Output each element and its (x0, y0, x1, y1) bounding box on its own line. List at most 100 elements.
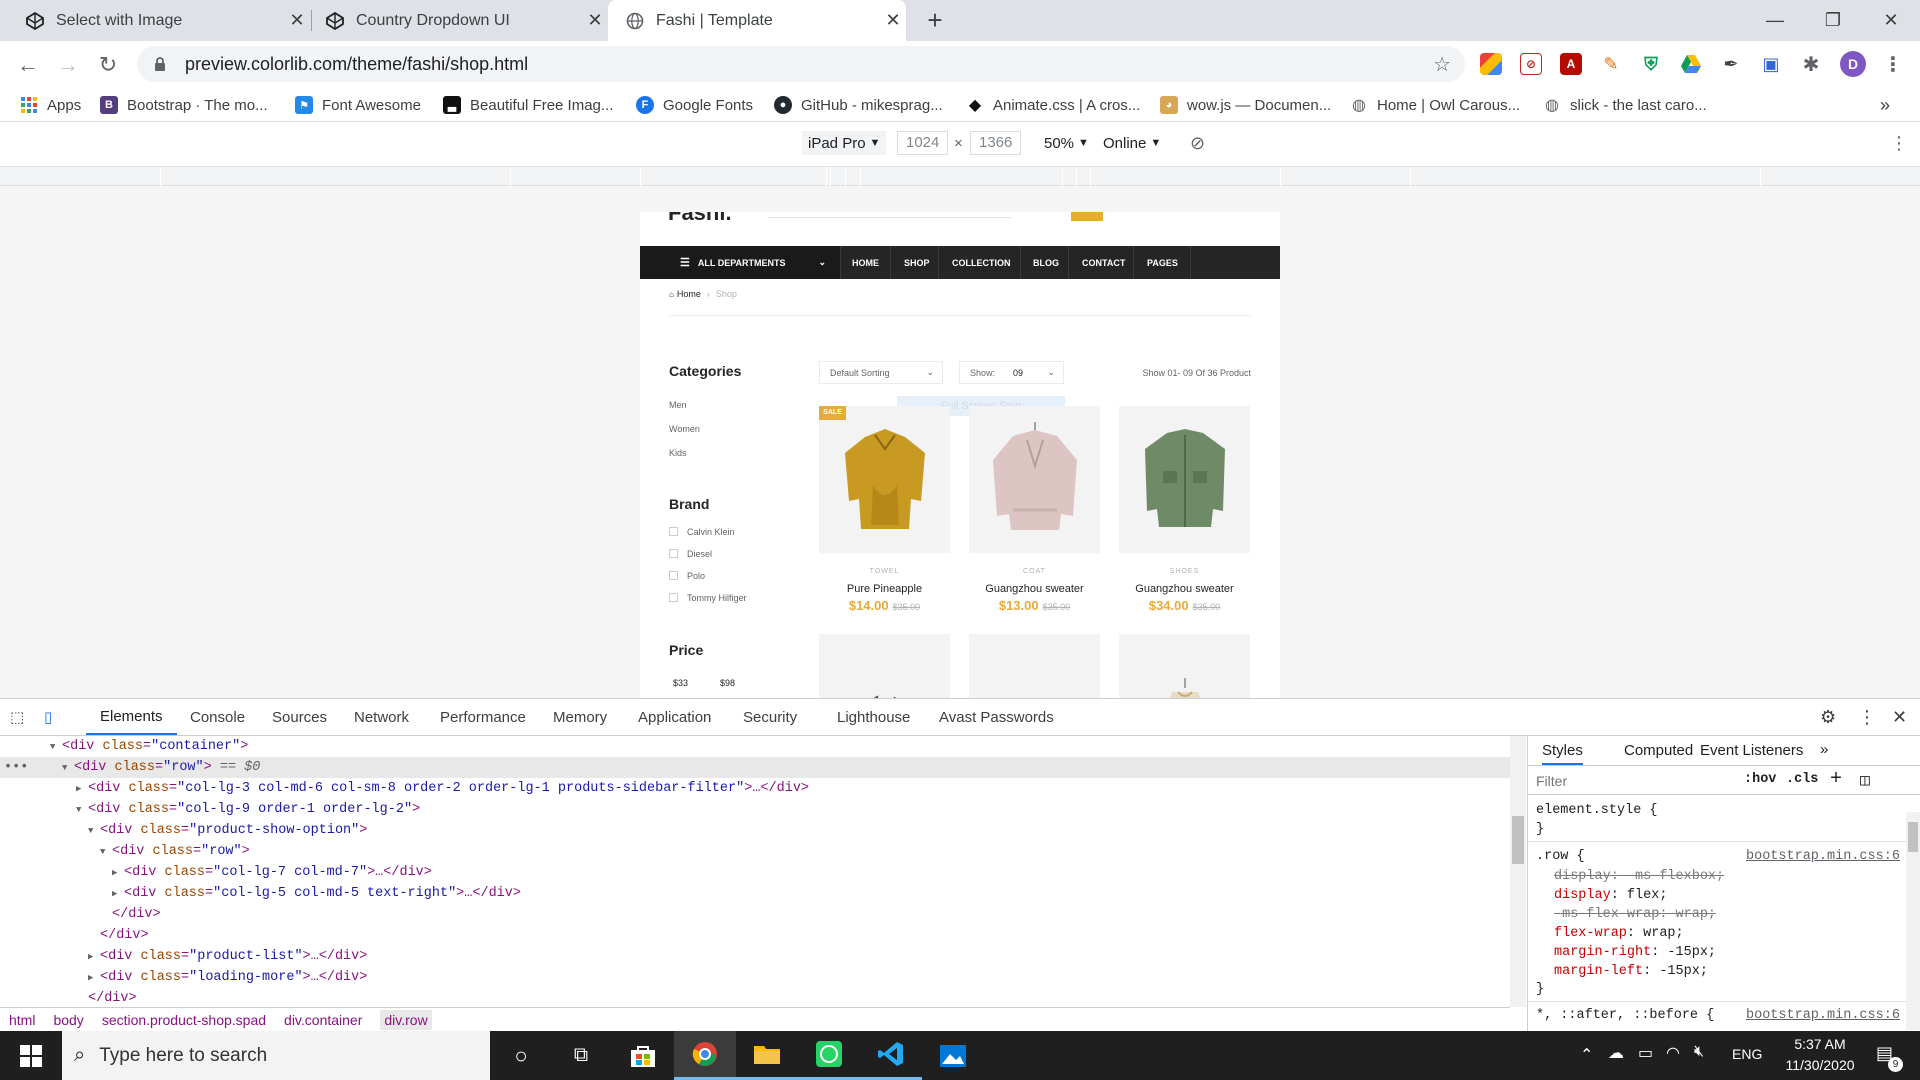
extensions-puzzle-icon[interactable]: ✱ (1800, 53, 1822, 76)
start-button[interactable] (0, 1031, 62, 1080)
bookmark-owl-carousel[interactable]: ◍ Home | Owl Carous... (1350, 88, 1520, 122)
close-devtools-icon[interactable]: ✕ (1892, 699, 1907, 735)
pdf-extension-icon[interactable]: A (1560, 53, 1582, 75)
css-property-line[interactable]: display: -ms-flexbox; (1554, 869, 1724, 884)
collapse-triangle-icon[interactable]: ▼ (50, 737, 62, 758)
whatsapp-icon[interactable] (798, 1031, 860, 1080)
price-min-input[interactable]: $33 (673, 678, 688, 688)
product-name[interactable]: Guangzhou sweater (969, 583, 1100, 595)
bookmark-animate-css[interactable]: ◆ Animate.css | A cros... (966, 88, 1140, 122)
shield-extension-icon[interactable]: ⛨ (1640, 53, 1662, 75)
dom-tree[interactable]: ••• ▼ <div class="container"> ▼ <div class=… (0, 736, 1510, 1007)
styles-filter-input[interactable] (1536, 770, 1736, 792)
bookmarks-overflow-button[interactable]: » (1880, 88, 1890, 122)
tab-select-with-image[interactable]: Select with Image ✕ (0, 0, 310, 41)
dom-scrollbar[interactable] (1510, 736, 1526, 1007)
product-image[interactable] (969, 634, 1100, 698)
checkbox[interactable] (669, 571, 678, 580)
rule-source-link[interactable]: bootstrap.min.css:6 (1746, 1008, 1900, 1023)
expand-triangle-icon[interactable]: ▶ (112, 863, 124, 884)
collapse-triangle-icon[interactable]: ▼ (62, 758, 74, 779)
product-image[interactable] (819, 634, 950, 698)
expand-triangle-icon[interactable]: ▶ (112, 884, 124, 905)
new-style-rule-icon[interactable]: + (1830, 768, 1842, 791)
tab-performance[interactable]: Performance (440, 699, 526, 735)
dom-node-line[interactable]: ▼ <div class="product-show-option"> (88, 820, 367, 841)
expand-triangle-icon[interactable]: ▶ (76, 779, 88, 800)
dom-node-line[interactable]: </div> (76, 988, 137, 1007)
css-property-line[interactable]: -ms-flex-wrap: wrap; (1554, 907, 1716, 922)
media-query-ruler[interactable] (0, 167, 1920, 186)
search-extension-icon[interactable]: ✎ (1600, 53, 1622, 75)
css-property-line[interactable]: margin-left: -15px; (1554, 964, 1708, 979)
more-tabs-icon[interactable]: » (1820, 741, 1828, 758)
tab-application[interactable]: Application (638, 699, 711, 735)
brand-diesel[interactable]: Diesel (669, 549, 712, 559)
onedrive-cloud-icon[interactable]: ☁ (1608, 1043, 1624, 1063)
minimize-button[interactable]: — (1746, 0, 1804, 41)
tab-close-icon[interactable]: ✕ (284, 10, 310, 31)
taskbar-search-box[interactable]: ⌕ Type here to search (62, 1031, 490, 1080)
inspect-element-icon[interactable]: ⬚ (10, 699, 32, 735)
checkbox[interactable] (669, 593, 678, 602)
bookmark-bootstrap[interactable]: B Bootstrap · The mo... (100, 88, 268, 122)
device-select[interactable]: iPad Pro ▼ (802, 131, 887, 155)
product-image[interactable] (1119, 634, 1250, 698)
nav-collection[interactable]: COLLECTION (952, 246, 1011, 279)
new-tab-button[interactable]: + (906, 0, 964, 41)
show-count-select[interactable]: Show: 09 ⌄ (959, 361, 1064, 384)
brand-polo[interactable]: Polo (669, 571, 705, 581)
device-width-input[interactable]: 1024 (897, 131, 949, 155)
colorzilla-extension-icon[interactable] (1480, 53, 1502, 75)
toggle-sidebar-icon[interactable]: ◫ (1860, 770, 1870, 790)
crumb-body[interactable]: body (53, 1012, 83, 1028)
dom-node-line[interactable]: ▶ <div class="col-lg-3 col-md-6 col-sm-8 … (76, 778, 809, 799)
tab-avast-passwords[interactable]: Avast Passwords (939, 699, 1054, 735)
bookmark-slick[interactable]: ◍ slick - the last caro... (1543, 88, 1707, 122)
address-bar[interactable]: preview.colorlib.com/theme/fashi/shop.ht… (137, 46, 1465, 82)
product-image[interactable] (1119, 406, 1250, 553)
dom-node-line[interactable]: ▶ <div class="loading-more">…</div> (88, 967, 367, 988)
more-options-icon[interactable]: ⋮ (1858, 699, 1876, 735)
scrollbar-thumb[interactable] (1512, 816, 1524, 864)
collapse-triangle-icon[interactable]: ▼ (100, 842, 112, 863)
device-height-input[interactable]: 1366 (970, 131, 1022, 155)
back-button[interactable]: ← (12, 49, 44, 81)
tab-close-icon[interactable]: ✕ (582, 10, 608, 31)
css-property-line[interactable]: margin-right: -15px; (1554, 945, 1716, 960)
collapse-triangle-icon[interactable]: ▼ (76, 800, 88, 821)
close-window-button[interactable]: ✕ (1862, 0, 1920, 41)
restore-button[interactable]: ❐ (1804, 0, 1862, 41)
tab-close-icon[interactable]: ✕ (880, 10, 906, 31)
tab-memory[interactable]: Memory (553, 699, 607, 735)
bookmark-star-icon[interactable]: ☆ (1433, 52, 1451, 77)
file-explorer-icon[interactable] (736, 1031, 798, 1080)
search-field[interactable] (768, 217, 1012, 218)
bookmark-github[interactable]: ● GitHub - mikesprag... (774, 88, 943, 122)
battery-icon[interactable]: ▭ (1638, 1043, 1653, 1063)
google-drive-icon[interactable] (1680, 53, 1702, 75)
photos-icon[interactable] (922, 1031, 984, 1080)
chrome-taskbar-icon[interactable] (674, 1031, 736, 1080)
tab-event-listeners[interactable]: Event Listeners (1700, 742, 1803, 759)
nav-contact[interactable]: CONTACT (1082, 246, 1125, 279)
styles-scrollbar[interactable] (1906, 812, 1920, 1030)
tab-country-dropdown[interactable]: Country Dropdown UI ✕ (312, 0, 608, 41)
clock-date[interactable]: 11/30/2020 (1770, 1057, 1870, 1073)
breadcrumb-home[interactable]: Home (677, 289, 701, 299)
nav-shop[interactable]: SHOP (904, 246, 930, 279)
checkbox[interactable] (669, 527, 678, 536)
device-toggle-icon[interactable]: ▯ (44, 699, 66, 735)
dom-node-line[interactable]: ▼ <div class="row"> == $0 (62, 757, 260, 778)
category-men[interactable]: Men (669, 400, 687, 410)
settings-gear-icon[interactable]: ⚙ (1820, 699, 1836, 735)
bookmark-unsplash[interactable]: ▃ Beautiful Free Imag... (443, 88, 613, 122)
sorting-select[interactable]: Default Sorting ⌄ (819, 361, 943, 384)
bookmark-google-fonts[interactable]: F Google Fonts (636, 88, 753, 122)
bookmark-font-awesome[interactable]: ⚑ Font Awesome (295, 88, 421, 122)
reload-button[interactable]: ↻ (92, 49, 124, 81)
rotate-icon[interactable]: ⊘ (1190, 131, 1205, 155)
language-indicator[interactable]: ENG (1732, 1046, 1762, 1062)
hover-state-toggle[interactable]: :hov (1744, 772, 1776, 787)
dom-node-line[interactable]: ▶ <div class="col-lg-7 col-md-7">…</div> (112, 862, 432, 883)
